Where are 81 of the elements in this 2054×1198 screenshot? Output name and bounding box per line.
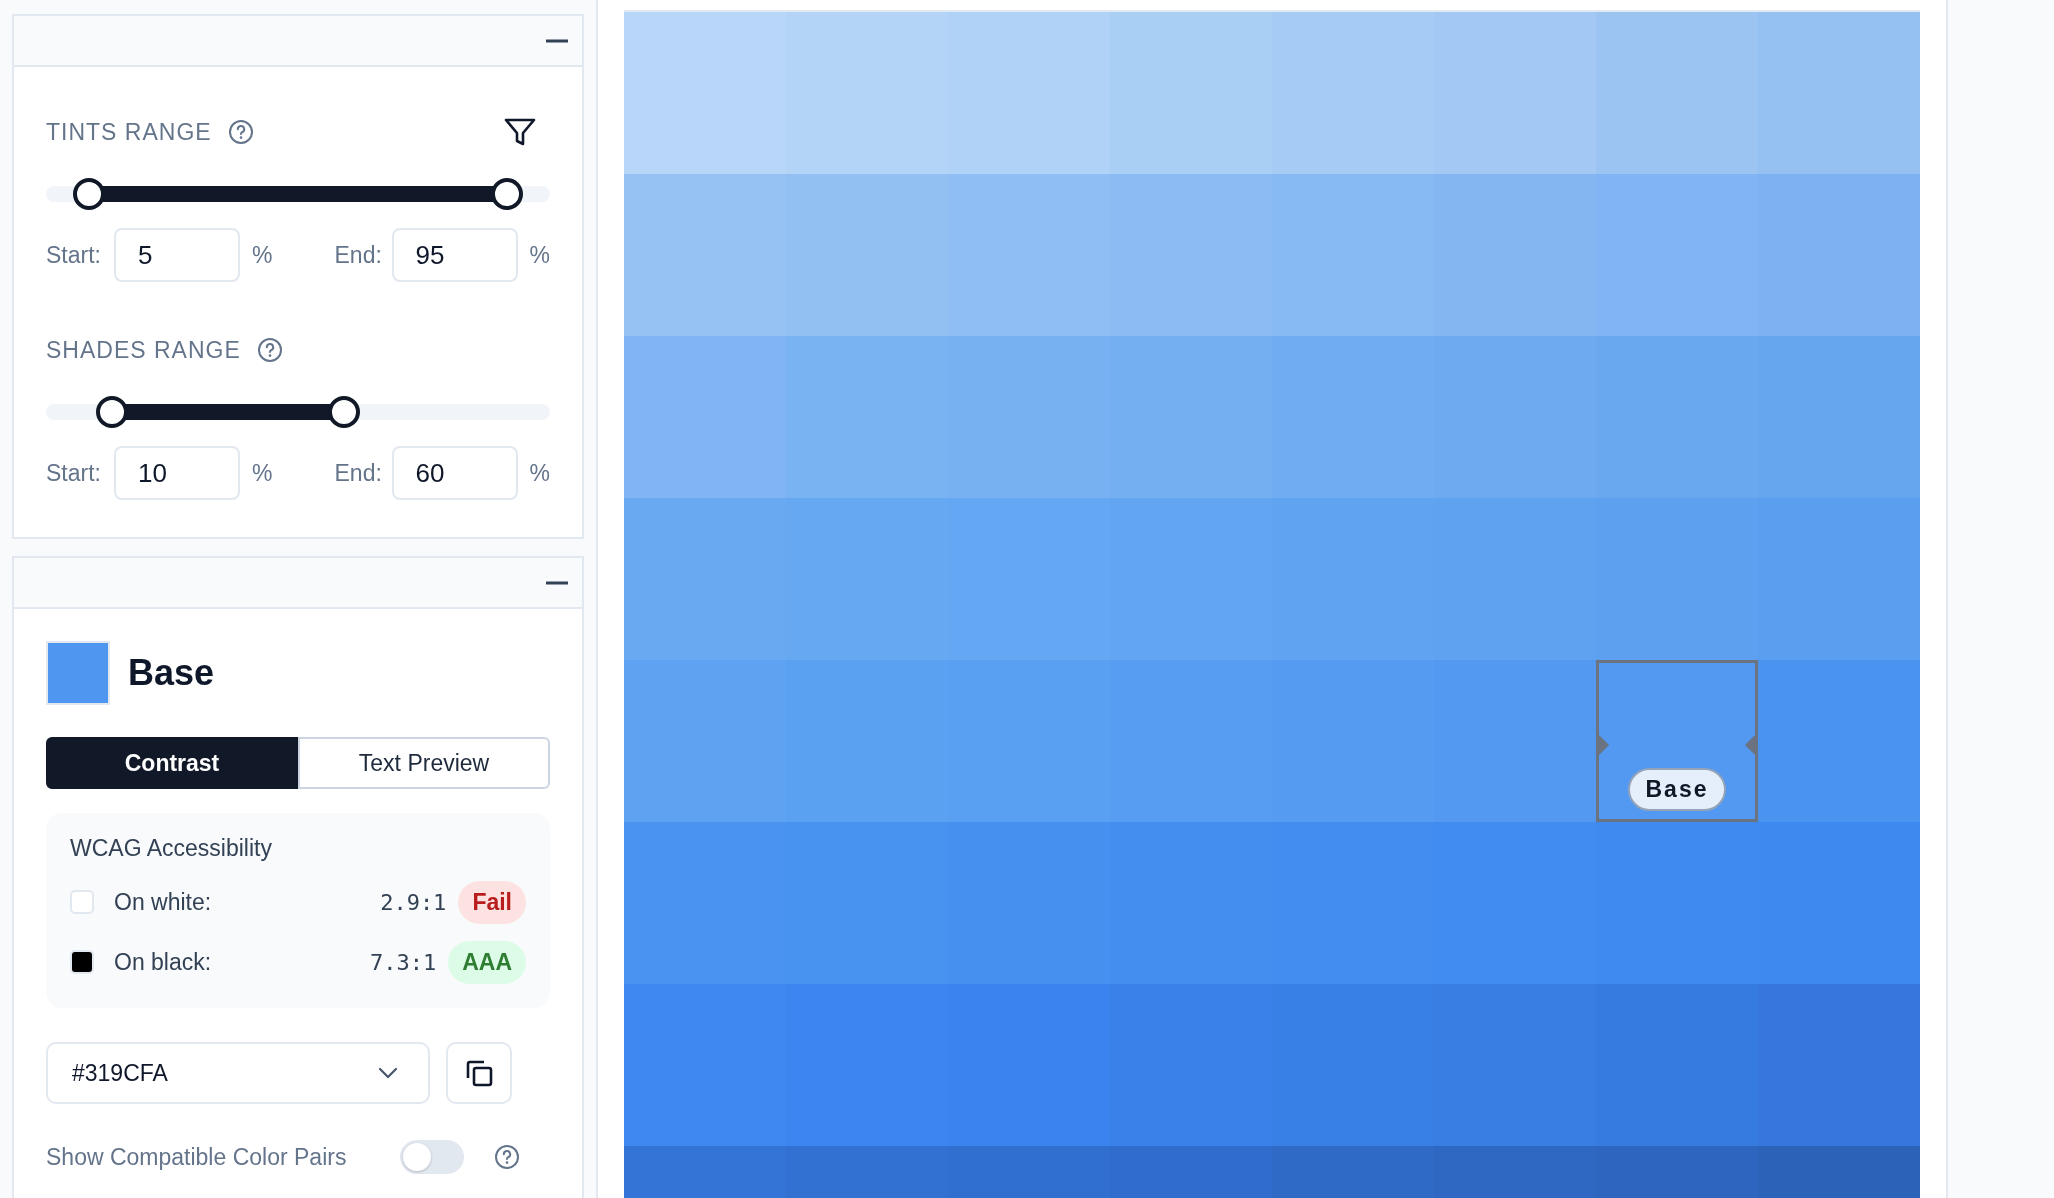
contrast-ratio: 7.3:1	[369, 949, 437, 975]
start-input[interactable]: 10	[114, 446, 241, 500]
contrast-label: On white:	[114, 888, 212, 916]
color-cell[interactable]	[1434, 174, 1596, 336]
color-name: Base	[128, 652, 215, 694]
color-cell[interactable]	[624, 660, 786, 822]
start-label: Start:	[46, 459, 102, 487]
tab[interactable]: Text Preview	[298, 737, 550, 789]
contrast-label: On black:	[114, 948, 212, 976]
color-cell[interactable]	[948, 12, 1110, 174]
color-cell[interactable]	[624, 12, 786, 174]
range-title: TINTS RANGE	[46, 118, 212, 146]
color-cell[interactable]	[1272, 984, 1434, 1146]
color-cell[interactable]	[1758, 174, 1920, 336]
filter-icon[interactable]	[504, 116, 536, 148]
color-cell[interactable]	[948, 984, 1110, 1146]
result-badge: Fail	[458, 880, 526, 924]
range-slider[interactable]	[46, 395, 550, 429]
range-title: SHADES RANGE	[46, 336, 241, 364]
color-cell[interactable]	[1596, 336, 1758, 498]
end-label: End:	[334, 241, 383, 269]
end-input[interactable]: 95	[391, 228, 518, 282]
result-badge: AAA	[448, 940, 526, 984]
color-cell[interactable]: Base	[1596, 660, 1758, 822]
help-icon[interactable]	[227, 119, 254, 145]
color-cell[interactable]	[1596, 12, 1758, 174]
color-cell[interactable]	[1272, 336, 1434, 498]
copy-icon	[464, 1058, 494, 1088]
slider-thumb[interactable]	[96, 396, 129, 428]
pointer-icon	[1599, 735, 1609, 755]
color-cell[interactable]	[1434, 12, 1596, 174]
color-cell[interactable]	[624, 498, 786, 660]
slider-thumb[interactable]	[490, 178, 523, 210]
slider-thumb[interactable]	[328, 396, 361, 428]
percent-unit: %	[252, 241, 273, 269]
color-cell[interactable]	[1434, 336, 1596, 498]
color-cell[interactable]	[1758, 660, 1920, 822]
chevron-icon	[378, 1067, 398, 1079]
end-input[interactable]: 60	[391, 446, 518, 500]
slider-thumb[interactable]	[73, 178, 106, 210]
color-cell[interactable]	[1110, 174, 1272, 336]
color-cell[interactable]	[1110, 984, 1272, 1146]
end-label: End:	[334, 459, 383, 487]
color-cell[interactable]	[1596, 174, 1758, 336]
tab[interactable]: Contrast	[46, 737, 298, 789]
percent-unit: %	[529, 459, 550, 487]
color-cell[interactable]	[624, 174, 786, 336]
hex-select[interactable]: #319CFA	[46, 1042, 430, 1104]
color-cell[interactable]	[1758, 984, 1920, 1146]
help-icon[interactable]	[256, 337, 283, 363]
color-cell[interactable]	[1272, 12, 1434, 174]
color-cell[interactable]	[624, 984, 786, 1146]
color-cell[interactable]	[1110, 12, 1272, 174]
color-cell[interactable]	[624, 336, 786, 498]
toggle-switch[interactable]	[400, 1140, 464, 1174]
color-cell[interactable]	[1758, 498, 1920, 660]
percent-unit: %	[529, 241, 550, 269]
copy-button[interactable]	[446, 1042, 512, 1104]
collapse-icon[interactable]	[546, 38, 568, 43]
color-cell[interactable]	[948, 174, 1110, 336]
color-cell[interactable]	[1272, 174, 1434, 336]
toggle-label: Show Compatible Color Pairs	[46, 1143, 348, 1171]
color-cell[interactable]	[786, 12, 948, 174]
color-cell[interactable]	[786, 336, 948, 498]
card-title: WCAG Accessibility	[70, 835, 273, 862]
start-label: Start:	[46, 241, 102, 269]
color-cell[interactable]	[1110, 336, 1272, 498]
color-cell[interactable]	[786, 174, 948, 336]
color-cell[interactable]	[1434, 660, 1596, 822]
color-cell[interactable]	[624, 822, 786, 984]
color-cell[interactable]	[1758, 822, 1920, 984]
percent-unit: %	[252, 459, 273, 487]
range-slider[interactable]	[46, 177, 550, 211]
start-input[interactable]: 5	[114, 228, 241, 282]
contrast-ratio: 2.9:1	[380, 889, 447, 915]
help-icon[interactable]	[494, 1144, 520, 1170]
collapse-icon[interactable]	[546, 580, 568, 585]
color-cell[interactable]	[1758, 12, 1920, 174]
base-tag: Base	[1627, 768, 1727, 811]
color-cell[interactable]	[1596, 984, 1758, 1146]
color-cell[interactable]	[1758, 336, 1920, 498]
